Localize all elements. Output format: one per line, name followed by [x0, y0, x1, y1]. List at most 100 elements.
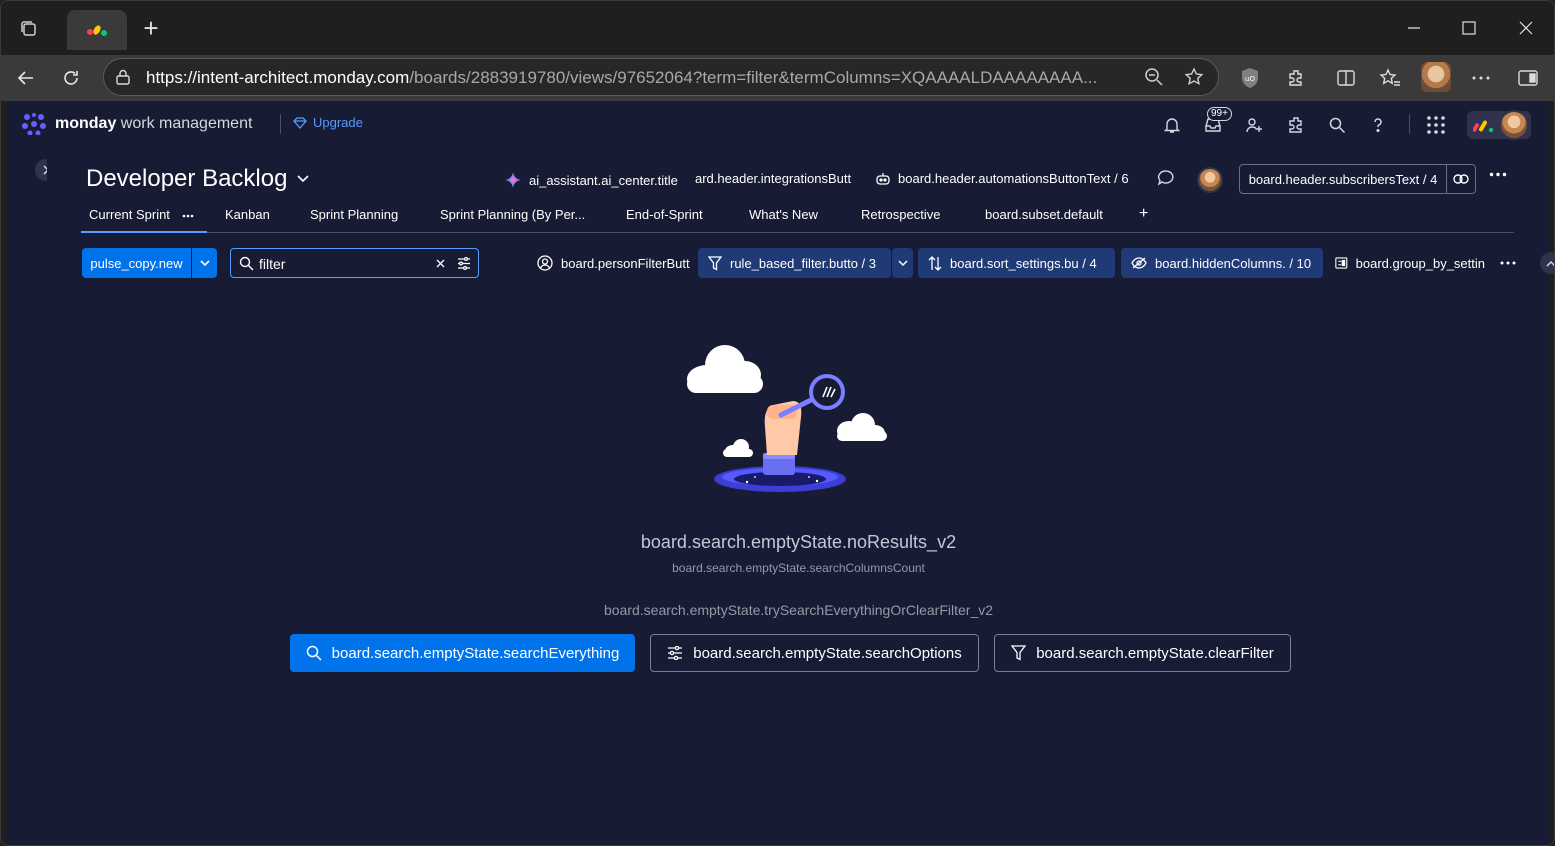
close-window-button[interactable]: [1509, 13, 1543, 43]
filter-button[interactable]: rule_based_filter.butto / 3: [698, 248, 891, 278]
search-options-button[interactable]: board.search.emptyState.searchOptions: [650, 634, 979, 672]
browser-toolbar: https://intent-architect.monday.com/boar…: [1, 55, 1554, 101]
view-tabs: Current Sprint Kanban Sprint Planning Sp…: [81, 197, 1514, 233]
sidebar-toggle-icon[interactable]: [1513, 63, 1543, 93]
add-view-button[interactable]: +: [1139, 205, 1148, 223]
filter-funnel-icon: [1011, 645, 1027, 661]
app-switcher-grid-icon[interactable]: [1424, 113, 1448, 137]
tab-label: board.subset.default: [985, 207, 1103, 222]
tab-current-sprint[interactable]: Current Sprint: [89, 207, 194, 222]
upgrade-label: Upgrade: [313, 115, 363, 130]
tab-end-of-sprint[interactable]: End-of-Sprint: [626, 207, 703, 222]
sort-label: board.sort_settings.bu / 4: [950, 255, 1097, 271]
brand-rest: work management: [120, 115, 253, 132]
tab-label: Retrospective: [861, 207, 941, 222]
search-icon: [306, 645, 322, 661]
ai-sparkle-icon: [505, 172, 521, 188]
browser-tab-monday[interactable]: [67, 10, 127, 50]
tab-whats-new[interactable]: What's New: [749, 207, 818, 222]
browser-window: + https://intent-architect.monday.com/bo…: [0, 0, 1555, 846]
search-input[interactable]: filter: [230, 248, 479, 278]
empty-state-subtitle: board.search.emptyState.searchColumnsCou…: [672, 561, 925, 575]
browser-profile-avatar[interactable]: [1421, 62, 1451, 92]
tab-kanban[interactable]: Kanban: [225, 207, 270, 222]
integrations-button[interactable]: ard.header.integrationsButt: [695, 171, 860, 186]
collapse-header-chevron-icon[interactable]: [1540, 252, 1554, 274]
subscribers-label: board.header.subscribersText / 4: [1240, 165, 1447, 193]
extensions-icon[interactable]: [1281, 63, 1311, 93]
tab-retrospective[interactable]: Retrospective: [861, 207, 940, 222]
toolbar-more-icon[interactable]: [1494, 248, 1524, 278]
no-results-illustration-icon: [687, 345, 887, 492]
notifications-bell-icon[interactable]: [1160, 113, 1184, 137]
empty-state-title: board.search.emptyState.noResults_v2: [640, 532, 957, 552]
inbox-badge: 99+: [1207, 107, 1232, 121]
automations-button[interactable]: board.header.automationsButtonText / 6: [875, 171, 1145, 186]
board-area: Developer Backlog ai_assistant.ai_center…: [47, 147, 1554, 845]
search-everything-label: board.search.emptyState.searchEverything: [331, 644, 620, 662]
favorites-icon[interactable]: [1375, 63, 1405, 93]
hidden-columns-button[interactable]: board.hiddenColumns. / 10: [1121, 248, 1323, 278]
active-tab-indicator: [81, 231, 207, 233]
new-tab-button[interactable]: +: [137, 15, 165, 43]
help-icon[interactable]: [1366, 113, 1390, 137]
clear-filter-button[interactable]: board.search.emptyState.clearFilter: [994, 634, 1291, 672]
ublock-shield-icon[interactable]: uO: [1235, 63, 1265, 93]
ai-assistant-label: ai_assistant.ai_center.title: [529, 172, 678, 188]
tab-subset-default[interactable]: board.subset.default: [985, 207, 1103, 222]
filter-dropdown-chevron-icon[interactable]: [892, 248, 913, 278]
zoom-icon[interactable]: [1144, 67, 1164, 92]
updates-comment-icon[interactable]: [1157, 169, 1175, 187]
clear-filter-label: board.search.emptyState.clearFilter: [1036, 644, 1274, 662]
new-item-button[interactable]: pulse_copy.new: [82, 248, 217, 278]
tab-options-icon[interactable]: [182, 214, 194, 218]
sort-arrows-icon: [928, 255, 942, 271]
search-options-icon[interactable]: [457, 257, 471, 270]
tab-actions-icon[interactable]: [15, 15, 43, 43]
tab-label: Kanban: [225, 207, 270, 222]
board-title-text: Developer Backlog: [86, 165, 288, 192]
apps-marketplace-icon[interactable]: [1284, 113, 1308, 137]
monday-logo-icon[interactable]: [21, 113, 47, 135]
new-item-dropdown-chevron-icon[interactable]: [192, 248, 217, 278]
svg-text:uO: uO: [1245, 75, 1255, 83]
address-bar[interactable]: https://intent-architect.monday.com/boar…: [103, 58, 1219, 96]
ai-assistant-button[interactable]: ai_assistant.ai_center.title: [504, 171, 684, 189]
clear-search-icon[interactable]: [436, 259, 445, 268]
minimize-button[interactable]: [1397, 13, 1431, 43]
board-menu-more-icon[interactable]: [1489, 172, 1507, 177]
tab-sprint-planning[interactable]: Sprint Planning: [310, 207, 398, 222]
back-button[interactable]: [11, 63, 41, 93]
upgrade-button[interactable]: Upgrade: [293, 115, 363, 130]
robot-icon: [876, 172, 890, 185]
lock-icon[interactable]: [114, 68, 132, 91]
more-options-icon[interactable]: [1466, 63, 1496, 93]
tab-sprint-planning-by-person[interactable]: Sprint Planning (By Per...: [440, 207, 585, 222]
search-icon[interactable]: [1325, 113, 1349, 137]
search-input-value: filter: [259, 256, 286, 272]
board-owner-avatar[interactable]: [1197, 167, 1223, 193]
brand-name[interactable]: monday work management: [55, 115, 252, 133]
favorite-star-icon[interactable]: [1184, 67, 1204, 92]
chevron-down-icon: [297, 175, 310, 183]
search-icon: [239, 256, 254, 271]
account-switcher[interactable]: [1467, 110, 1531, 140]
subscribers-button[interactable]: board.header.subscribersText / 4: [1239, 164, 1476, 194]
topbar-divider-right: [1409, 114, 1410, 134]
tab-strip: +: [1, 1, 1554, 55]
search-options-label: board.search.emptyState.searchOptions: [693, 644, 962, 662]
copy-link-icon[interactable]: [1447, 165, 1475, 193]
search-everything-button[interactable]: board.search.emptyState.searchEverything: [290, 634, 635, 672]
person-filter-button[interactable]: board.personFilterButt: [527, 248, 702, 278]
group-by-icon: [1335, 257, 1348, 269]
sort-button[interactable]: board.sort_settings.bu / 4: [918, 248, 1115, 278]
invite-members-icon[interactable]: [1242, 113, 1266, 137]
group-by-button[interactable]: board.group_by_settin: [1325, 248, 1495, 278]
split-screen-icon[interactable]: [1331, 63, 1361, 93]
user-avatar[interactable]: [1499, 110, 1529, 140]
url-text[interactable]: https://intent-architect.monday.com/boar…: [146, 68, 1136, 88]
maximize-button[interactable]: [1452, 13, 1486, 43]
diamond-icon: [293, 116, 307, 129]
board-title[interactable]: Developer Backlog: [86, 165, 310, 193]
refresh-button[interactable]: [56, 63, 86, 93]
